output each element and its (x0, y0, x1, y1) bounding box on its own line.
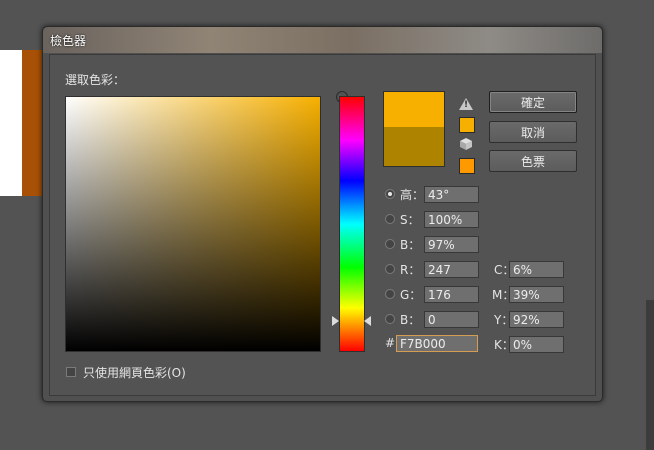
green-label: G： (400, 288, 422, 302)
color-picker-dialog: 檢色器 選取色彩： ! 確定 取消 色票 高： S： B： R： G： B： #… (42, 26, 603, 402)
warning-triangle-icon[interactable]: ! (459, 96, 473, 110)
web-colors-only-label[interactable]: 只使用網頁色彩(O) (83, 364, 186, 381)
window-title: 檢色器 (50, 34, 87, 48)
title-bar[interactable]: 檢色器 (43, 27, 602, 53)
brightness-radio[interactable] (385, 239, 395, 249)
select-color-label: 選取色彩： (65, 73, 126, 87)
red-radio[interactable] (385, 264, 395, 274)
background-scrollbar (646, 300, 654, 450)
blue-label: B： (400, 313, 421, 327)
gamut-color-swatch[interactable] (459, 117, 475, 133)
new-color-swatch (383, 91, 445, 128)
hue-radio[interactable] (385, 189, 395, 199)
green-radio[interactable] (385, 289, 395, 299)
blue-radio[interactable] (385, 314, 395, 324)
cancel-button[interactable]: 取消 (489, 121, 577, 143)
black-field[interactable] (509, 336, 564, 353)
cube-icon[interactable] (459, 138, 473, 150)
web-colors-only-checkbox[interactable] (66, 367, 76, 377)
web-safe-color-swatch[interactable] (459, 158, 475, 174)
saturation-field[interactable] (424, 211, 479, 228)
hue-label: 高： (400, 188, 425, 202)
current-color-swatch[interactable] (383, 127, 445, 167)
saturation-label: S： (400, 213, 420, 227)
red-field[interactable] (424, 261, 479, 278)
background-canvas-white (0, 50, 22, 196)
hue-slider-left-arrow-icon[interactable] (332, 316, 339, 326)
magenta-field[interactable] (509, 286, 564, 303)
red-label: R： (400, 263, 421, 277)
brightness-label: B： (400, 238, 421, 252)
background-canvas-strip (22, 50, 42, 196)
hue-slider-right-arrow-icon[interactable] (364, 316, 371, 326)
green-field[interactable] (424, 286, 479, 303)
cyan-field[interactable] (509, 261, 564, 278)
hue-slider[interactable] (339, 96, 365, 352)
hex-label: # (385, 336, 396, 350)
saturation-radio[interactable] (385, 214, 395, 224)
hex-field[interactable] (396, 335, 478, 352)
brightness-field[interactable] (424, 236, 479, 253)
blue-field[interactable] (424, 311, 479, 328)
color-field[interactable] (65, 91, 348, 352)
hue-field[interactable] (424, 186, 479, 203)
ok-button[interactable]: 確定 (489, 91, 577, 113)
yellow-field[interactable] (509, 311, 564, 328)
swatches-button[interactable]: 色票 (489, 150, 577, 172)
